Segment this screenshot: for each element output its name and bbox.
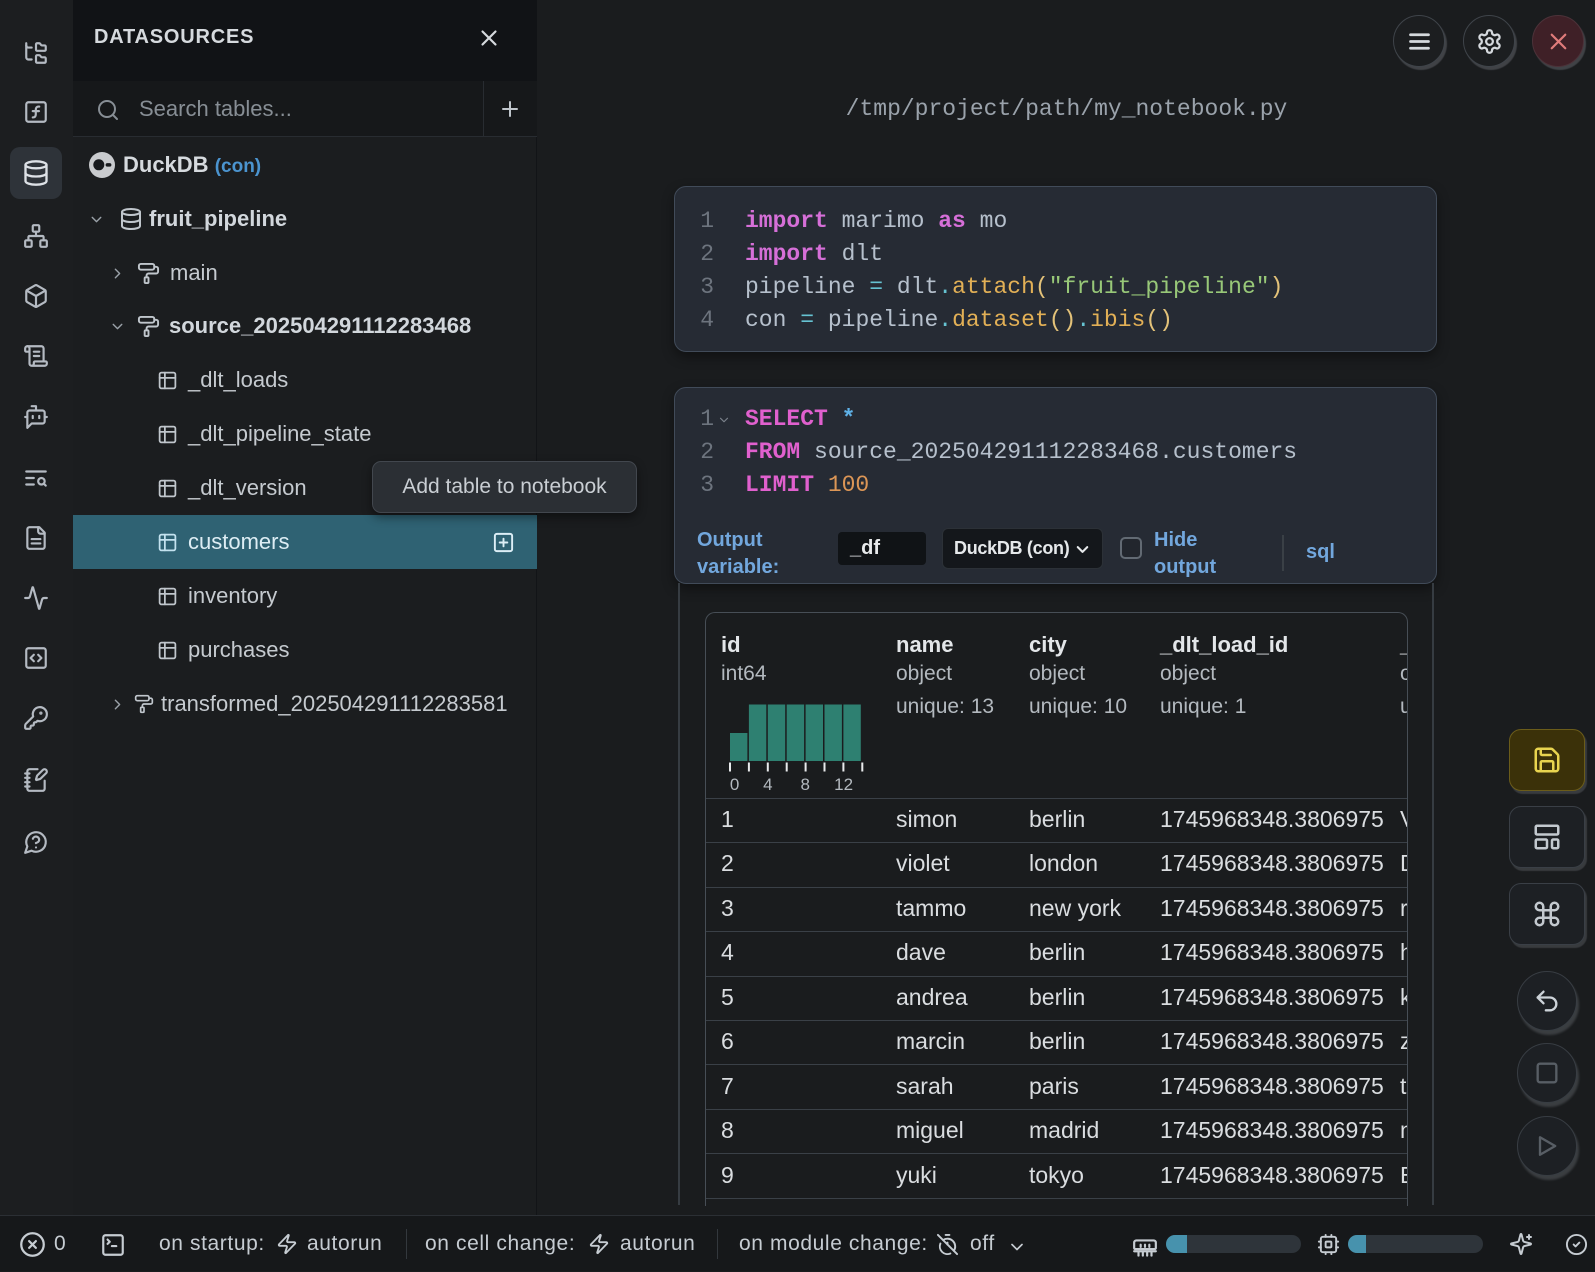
svg-text:12: 12 bbox=[834, 775, 853, 792]
svg-text:8: 8 bbox=[800, 775, 809, 792]
svg-text:4: 4 bbox=[763, 775, 772, 792]
svg-text:0: 0 bbox=[730, 775, 739, 792]
